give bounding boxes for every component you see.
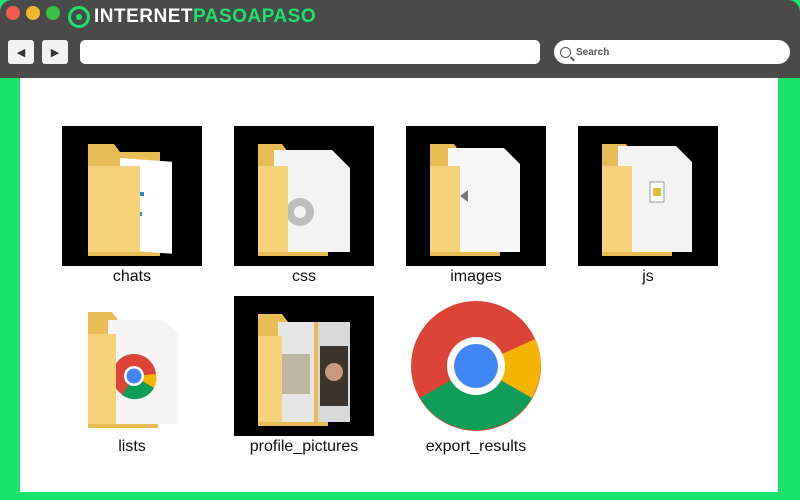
site-logo: INTERNETPASOAPASO bbox=[68, 4, 316, 30]
logo-icon bbox=[68, 6, 90, 28]
back-arrow-icon: ◀ bbox=[16, 45, 26, 59]
address-bar[interactable] bbox=[80, 40, 540, 64]
logo-text-prefix: INTERNET bbox=[94, 6, 193, 27]
file-name: export_results bbox=[425, 438, 527, 455]
browser-window: INTERNETPASOAPASO ◀ ▶ Search bbox=[0, 0, 800, 78]
chrome-icon bbox=[406, 296, 546, 436]
folder-script-icon bbox=[578, 126, 718, 266]
close-window-button[interactable] bbox=[6, 6, 20, 20]
back-button[interactable]: ◀ bbox=[8, 40, 34, 64]
folder-photos-icon bbox=[234, 296, 374, 436]
file-name: images bbox=[450, 268, 502, 285]
search-icon bbox=[560, 46, 571, 58]
maximize-window-button[interactable] bbox=[46, 6, 60, 20]
file-name: chats bbox=[112, 268, 152, 285]
folder-chrome-icon bbox=[62, 296, 202, 436]
search-placeholder: Search bbox=[576, 46, 610, 58]
folder-settings-icon bbox=[234, 126, 374, 266]
minimize-window-button[interactable] bbox=[26, 6, 40, 20]
logo-text-accent: PASOAPASO bbox=[193, 6, 317, 27]
title-bar: INTERNETPASOAPASO bbox=[0, 0, 800, 34]
folder-document-icon bbox=[62, 126, 202, 266]
file-name: js bbox=[642, 268, 654, 285]
file-name: css bbox=[292, 268, 316, 285]
toolbar: ◀ ▶ Search bbox=[0, 38, 800, 68]
search-input[interactable]: Search bbox=[554, 40, 790, 64]
file-browser-pane: chats css images js lists profile_pictur… bbox=[20, 78, 778, 492]
forward-button[interactable]: ▶ bbox=[42, 40, 68, 64]
folder-document-icon bbox=[406, 126, 546, 266]
file-name: lists bbox=[118, 438, 146, 455]
file-name: profile_pictures bbox=[249, 438, 359, 455]
forward-arrow-icon: ▶ bbox=[50, 45, 60, 59]
